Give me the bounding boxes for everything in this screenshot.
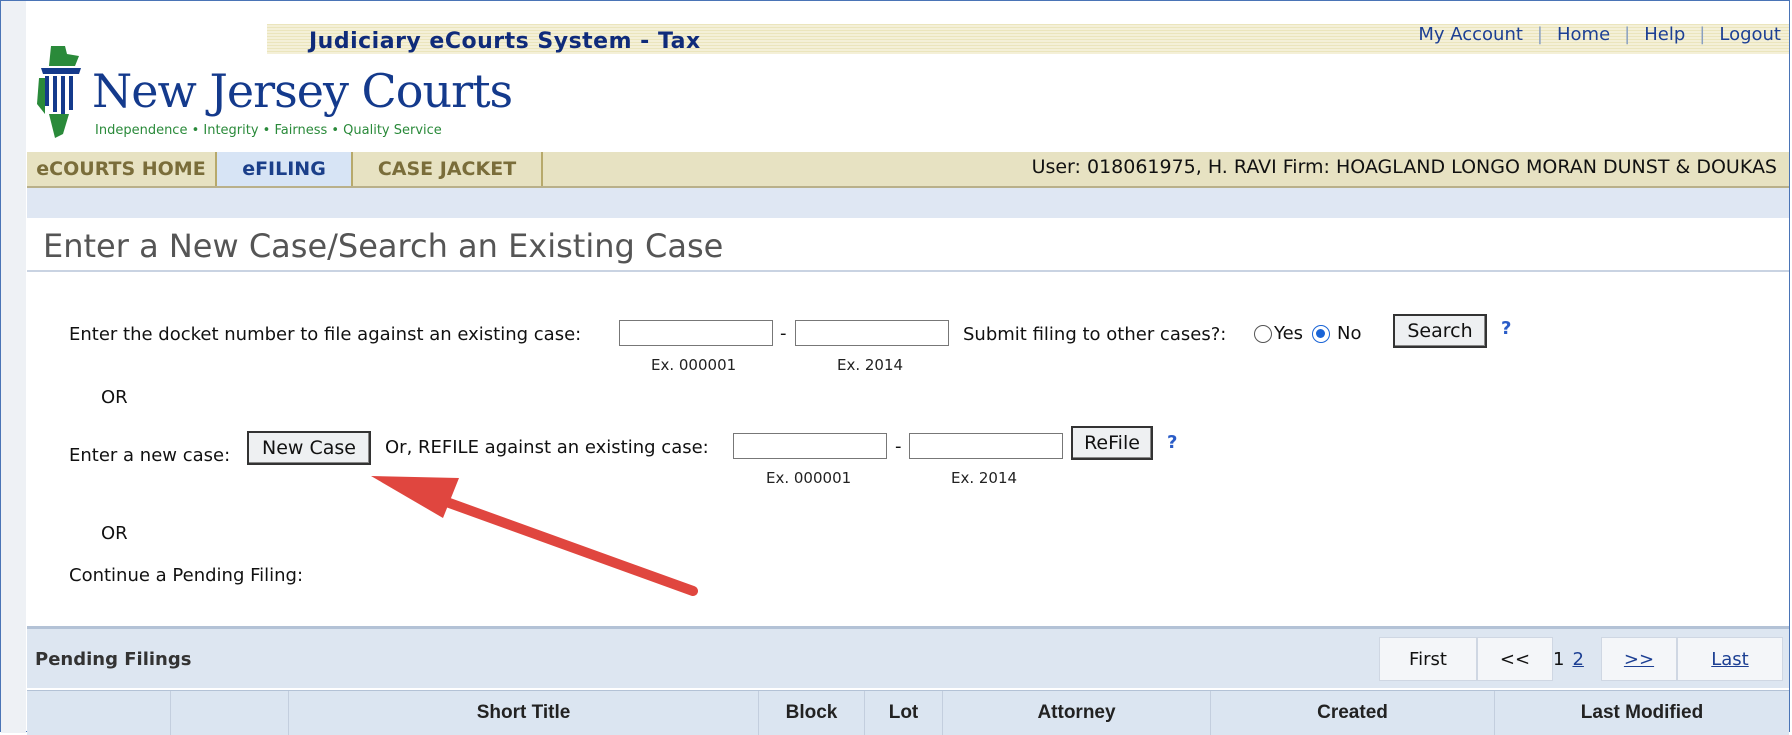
page: Judiciary eCourts System - Tax My Accoun… [27,20,1789,735]
tab-case-jacket[interactable]: CASE JACKET [353,152,543,186]
refile-number-input[interactable] [733,433,887,459]
link-separator: | [1699,24,1706,45]
refile-label: Or, REFILE against an existing case: [385,437,709,458]
docket-label: Enter the docket number to file against … [69,324,582,345]
pager-last-link[interactable]: Last [1711,649,1749,670]
tab-ecourts-home[interactable]: eCOURTS HOME [27,152,217,186]
user-info: User: 018061975, H. RAVI Firm: HOAGLAND … [1031,156,1777,178]
logo-name: New Jersey Courts [92,64,513,118]
column-header-attorney[interactable]: Attorney [943,691,1211,735]
column-header-short-title[interactable]: Short Title [289,691,759,735]
pending-filings-header: Pending Filings First << 1 2 >> Last [27,626,1789,688]
column-header-created[interactable]: Created [1211,691,1495,735]
header: Judiciary eCourts System - Tax My Accoun… [27,20,1789,152]
docket-number-input[interactable] [619,320,773,346]
top-links: My Account | Home | Help | Logout [1418,24,1781,45]
column-header-action [171,691,289,735]
refile-year-hint: Ex. 2014 [951,469,1018,487]
yes-radio-label: Yes [1274,323,1304,344]
page-title: Enter a New Case/Search an Existing Case [43,227,724,265]
logo-tagline: Independence • Integrity • Fairness • Qu… [95,123,442,138]
search-button[interactable]: Search [1393,314,1487,348]
continue-pending-label: Continue a Pending Filing: [69,565,304,586]
pager-next[interactable]: >> [1601,637,1677,681]
refile-year-input[interactable] [909,433,1063,459]
or-separator-1: OR [101,387,128,408]
column-header-last-modified[interactable]: Last Modified [1495,691,1789,735]
pager-page-2[interactable]: 2 [1572,649,1583,670]
title-divider [27,270,1789,272]
home-link[interactable]: Home [1557,24,1610,45]
no-radio[interactable] [1312,325,1330,343]
refile-button[interactable]: ReFile [1071,426,1153,460]
column-header-lot[interactable]: Lot [865,691,943,735]
new-case-button[interactable]: New Case [247,431,371,465]
pager-next-link[interactable]: >> [1624,649,1654,670]
help-link[interactable]: Help [1644,24,1685,45]
pending-table-header: Short Title Block Lot Attorney Created L… [27,690,1789,735]
docket-year-hint: Ex. 2014 [837,356,904,374]
column-header-block[interactable]: Block [759,691,865,735]
pager-prev[interactable]: << [1477,637,1553,681]
left-gutter [1,1,26,733]
yes-radio[interactable] [1254,325,1272,343]
nav-bar: eCOURTS HOME eFILING CASE JACKET User: 0… [27,152,1789,188]
or-separator-2: OR [101,523,128,544]
logout-link[interactable]: Logout [1719,24,1781,45]
my-account-link[interactable]: My Account [1418,24,1523,45]
refile-help-icon[interactable]: ? [1167,432,1177,453]
pending-filings-title: Pending Filings [35,649,192,670]
column-header-select [27,691,171,735]
link-separator: | [1624,24,1631,45]
no-radio-label: No [1337,323,1362,344]
pager-pages: 1 2 [1553,637,1584,681]
refile-dash: - [895,436,902,457]
link-separator: | [1536,24,1543,45]
pager-first[interactable]: First [1379,637,1477,681]
docket-number-hint: Ex. 000001 [651,356,737,374]
new-case-label: Enter a new case: [69,445,231,466]
sub-header-band [27,188,1789,218]
nj-courts-logo: New Jersey Courts Independence • Integri… [35,44,513,144]
pager-last[interactable]: Last [1677,637,1783,681]
courthouse-map-icon [37,46,81,138]
submit-other-cases-label: Submit filing to other cases?: [963,324,1227,345]
refile-number-hint: Ex. 000001 [766,469,852,487]
pager-page-current: 1 [1553,648,1565,670]
docket-year-input[interactable] [795,320,949,346]
tab-efiling[interactable]: eFILING [217,152,353,186]
search-help-icon[interactable]: ? [1501,318,1511,339]
docket-dash: - [780,323,787,344]
